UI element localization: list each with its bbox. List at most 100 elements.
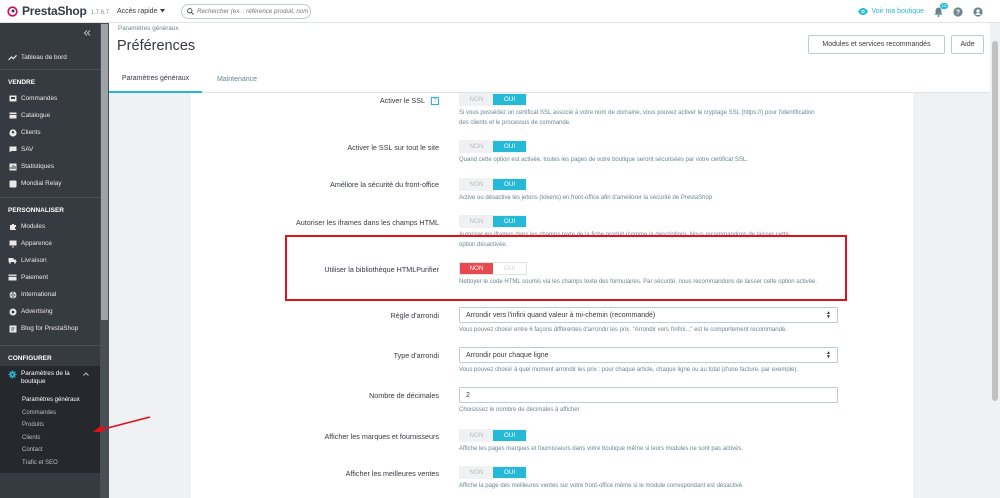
info-icon[interactable]: ? <box>431 97 439 106</box>
brands-switch[interactable]: NON OUI <box>459 429 527 442</box>
iframes-switch[interactable]: NON OUI <box>459 215 527 228</box>
quick-access-dropdown[interactable]: Accès rapide <box>117 8 181 15</box>
rounding-mode-select[interactable]: Arrondir vers l'infini quand valeur à mi… <box>459 307 838 323</box>
sidebar-subitem-customers[interactable]: Clients <box>0 432 100 445</box>
top-bar: PrestaShop 1.7.6.7 Accès rapide Voir ma … <box>0 0 1000 23</box>
sidebar-item-label: Clients <box>21 129 41 136</box>
sidebar-item-customers[interactable]: Clients <box>0 124 100 141</box>
tab-maintenance[interactable]: Maintenance <box>202 66 272 93</box>
credit-card-icon <box>8 274 17 281</box>
quick-access-label: Accès rapide <box>117 7 158 15</box>
sidebar-item-international[interactable]: International <box>0 286 100 303</box>
select-arrows-icon: ▲ ▼ <box>826 310 831 320</box>
mondial-relay-icon <box>9 180 16 187</box>
caret-down-icon <box>160 9 166 13</box>
form-label: Améliore la sécurité du front-office <box>330 180 439 189</box>
ssl-everywhere-switch[interactable]: NON OUI <box>459 140 527 153</box>
help-button[interactable]: ? <box>953 6 963 17</box>
switch-yes[interactable]: OUI <box>493 216 526 227</box>
sidebar-item-design[interactable]: Apparence <box>0 235 100 252</box>
sidebar-item-catalog[interactable]: Catalogue <box>0 107 100 124</box>
sidebar-group-shop-parameters: Paramètres de la boutique Paramètres gén… <box>0 366 100 473</box>
sidebar-item-label: Mondial Relay <box>21 180 62 187</box>
switch-no[interactable]: NON <box>460 216 493 227</box>
sidebar-divider <box>0 345 100 346</box>
svg-text:?: ? <box>956 9 960 16</box>
desktop-icon <box>9 240 16 247</box>
front-security-switch[interactable]: NON OUI <box>459 178 527 191</box>
search-icon <box>187 7 194 15</box>
collapse-sidebar-button[interactable] <box>0 23 100 43</box>
sidebar-scrollbar-thumb[interactable] <box>101 24 108 320</box>
version: 1.7.6.7 <box>90 9 110 16</box>
switch-yes[interactable]: OUI <box>493 467 526 478</box>
rounding-type-select[interactable]: Arrondir pour chaque ligne ▲ ▼ <box>459 347 838 363</box>
view-shop-link[interactable]: Voir ma boutique <box>858 8 924 15</box>
sidebar-subitem-seo[interactable]: Trafic et SEO <box>0 457 100 470</box>
prestashop-logo[interactable]: PrestaShop 1.7.6.7 <box>7 4 111 18</box>
red-highlight-annotation <box>285 235 847 301</box>
sidebar-item-shop-parameters[interactable]: Paramètres de la boutique <box>0 368 100 386</box>
chevron-up-icon <box>83 372 89 376</box>
switch-yes[interactable]: OUI <box>493 141 526 152</box>
form-label: Règle d'arrondi <box>390 311 439 320</box>
sidebar-item-label: Tableau de bord <box>21 53 67 61</box>
sidebar-divider <box>0 69 100 70</box>
best-sales-switch[interactable]: NON OUI <box>459 466 527 479</box>
help-circle-icon: ? <box>953 6 963 17</box>
inbox-icon <box>9 95 16 102</box>
sidebar-section-sell: VENDRE <box>8 78 36 86</box>
eye-icon <box>858 8 869 15</box>
breadcrumb[interactable]: Paramètres généraux <box>118 25 179 32</box>
sidebar-item-dashboard[interactable]: Tableau de bord <box>0 45 100 69</box>
page-scrollbar-thumb[interactable] <box>992 41 998 401</box>
notification-badge: 12 <box>939 2 948 9</box>
switch-no[interactable]: NON <box>460 430 493 441</box>
sidebar-item-customer-service[interactable]: SAV <box>0 141 100 158</box>
switch-yes[interactable]: OUI <box>493 179 526 190</box>
switch-yes[interactable]: OUI <box>493 94 526 105</box>
sidebar-item-advertising[interactable]: Advertising <box>0 303 100 320</box>
sidebar-item-orders[interactable]: Commandes <box>0 90 100 107</box>
sidebar: Tableau de bord VENDRE Commandes Catalog… <box>0 23 100 498</box>
sidebar-item-blog[interactable]: Blog for PrestaShop <box>0 320 100 337</box>
gear-icon <box>8 370 17 379</box>
page-scrollbar[interactable] <box>990 23 1000 498</box>
sidebar-subitem-orders[interactable]: Commandes <box>0 407 100 420</box>
sidebar-item-payment[interactable]: Paiement <box>0 269 100 286</box>
search-input[interactable] <box>197 7 309 15</box>
sidebar-item-modules[interactable]: Modules <box>0 218 100 235</box>
tab-general[interactable]: Paramètres généraux <box>109 66 202 93</box>
switch-no[interactable]: NON <box>460 179 493 190</box>
notifications-button[interactable]: 12 <box>934 2 948 17</box>
ssl-switch[interactable]: NON OUI <box>459 93 527 106</box>
sidebar-item-label: Commandes <box>21 95 58 102</box>
account-button[interactable] <box>973 6 983 17</box>
brand-name: PrestaShop <box>22 4 87 18</box>
sidebar-item-shipping[interactable]: Livraison <box>0 252 100 269</box>
sidebar-subitem-general[interactable]: Paramètres généraux <box>0 394 100 407</box>
help-text: Active ou désactive les jetons (tokens) … <box>459 195 713 201</box>
sidebar-item-label: Statistiques <box>21 163 55 170</box>
select-value: Arrondir vers l'infini quand valeur à mi… <box>466 311 656 319</box>
search-box[interactable] <box>181 3 311 19</box>
help-button[interactable]: Aide <box>951 35 984 54</box>
page-header: Paramètres généraux Préférences Modules … <box>109 23 990 66</box>
recommended-modules-button[interactable]: Modules et services recommandés <box>808 35 945 54</box>
switch-no[interactable]: NON <box>460 467 493 478</box>
switch-yes[interactable]: OUI <box>493 430 526 441</box>
sidebar-item-stats[interactable]: Statistiques <box>0 158 100 175</box>
form-label: Activer le SSL sur tout le site <box>347 143 439 152</box>
sidebar-subitem-contact[interactable]: Contact <box>0 444 100 457</box>
help-text: Affiche la page des meilleures ventes su… <box>459 483 744 489</box>
account-circle-icon <box>8 128 17 137</box>
sidebar-item-mondial-relay[interactable]: Mondial Relay <box>0 175 100 192</box>
sidebar-item-label: Paiement <box>21 274 48 281</box>
select-arrows-icon: ▲ ▼ <box>826 350 831 360</box>
decimals-input[interactable]: 2 <box>459 387 838 403</box>
switch-no[interactable]: NON <box>460 94 493 105</box>
form-label-text: Activer le SSL <box>379 96 425 105</box>
sidebar-item-label: Livraison <box>21 257 47 264</box>
switch-no[interactable]: NON <box>460 141 493 152</box>
sidebar-subitem-products[interactable]: Produits <box>0 419 100 432</box>
